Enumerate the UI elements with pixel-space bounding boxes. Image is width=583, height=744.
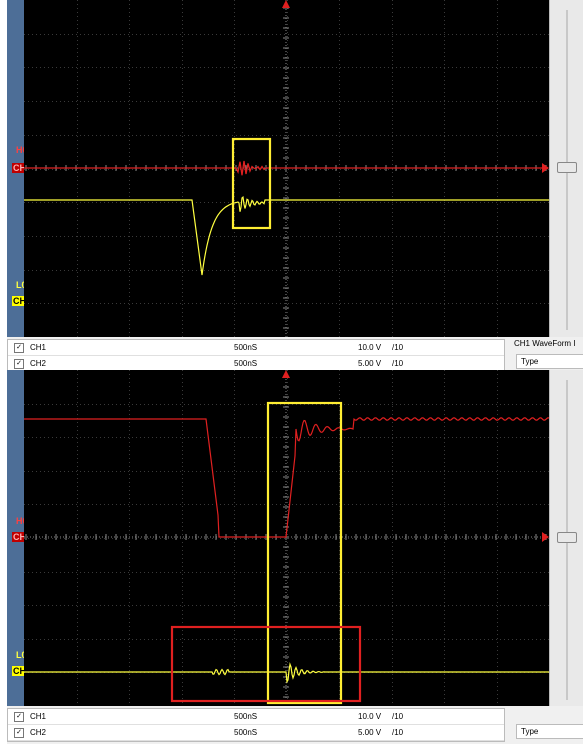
table-row: ✓ CH1 500nS 10.0 V /10: [8, 709, 504, 725]
ch1-trace: [24, 160, 548, 176]
volts-value: 5.00 V: [358, 728, 382, 737]
ch2-checkbox[interactable]: ✓: [14, 359, 24, 369]
type-column-header[interactable]: Type: [516, 724, 583, 739]
ch1-checkbox[interactable]: ✓: [14, 343, 24, 353]
highlight-box-red: [170, 625, 362, 703]
trigger-position-arrow: [282, 370, 290, 378]
probe-value: /10: [392, 712, 404, 721]
waveform-display[interactable]: [24, 0, 549, 337]
channel-marker-strip: H0 CH1 L0 CH2: [7, 370, 33, 706]
waveform-grid-bottom: [24, 370, 549, 706]
volts-value: 5.00 V: [358, 359, 382, 368]
probe-value: /10: [392, 728, 404, 737]
channel-table: ✓ CH1 500nS 10.0 V /10 ✓ CH2 500nS 5.00 …: [7, 708, 505, 742]
slider-thumb[interactable]: [557, 532, 577, 543]
type-column-header[interactable]: Type: [516, 354, 583, 369]
channel-marker-strip: H0 CH1 L0 CH2: [7, 0, 33, 337]
timebase-value: 500nS: [234, 359, 258, 368]
timebase-value: 500nS: [234, 728, 258, 737]
volts-value: 10.0 V: [358, 343, 382, 352]
table-row: ✓ CH2 500nS 5.00 V /10: [8, 725, 504, 741]
table-row: ✓ CH1 500nS 10.0 V /10: [8, 340, 504, 356]
channel-name: CH2: [30, 728, 47, 737]
ch1-checkbox[interactable]: ✓: [14, 712, 24, 722]
scroll-panel: [549, 370, 583, 706]
scroll-panel: [549, 0, 583, 337]
channel-table: ✓ CH1 500nS 10.0 V /10 ✓ CH2 500nS 5.00 …: [7, 339, 505, 373]
slider-thumb[interactable]: [557, 162, 577, 173]
probe-value: /10: [392, 359, 404, 368]
waveform-panel-title: CH1 WaveForm I: [510, 337, 581, 350]
ch2-trace: [24, 195, 549, 276]
probe-value: /10: [392, 343, 404, 352]
ch1-level-arrow: [542, 532, 549, 542]
timebase-value: 500nS: [234, 343, 258, 352]
highlight-box-yellow: [231, 137, 272, 230]
timebase-value: 500nS: [234, 712, 258, 721]
volts-value: 10.0 V: [358, 712, 382, 721]
channel-name: CH1: [30, 343, 47, 352]
waveform-display[interactable]: [24, 370, 549, 706]
scope-panel-bottom: H0 CH1 L0 CH2 ✓ CH1 500nS 10.0 V /10 ✓ C…: [0, 370, 583, 744]
scope-panel-top: H0 CH1 L0 CH2 ✓ CH1 500nS 10.0 V /10 ✓ C…: [0, 0, 583, 373]
highlight-box-yellow: [266, 401, 343, 705]
channel-name: CH2: [30, 359, 47, 368]
channel-name: CH1: [30, 712, 47, 721]
ch2-checkbox[interactable]: ✓: [14, 728, 24, 738]
waveform-grid-top: [24, 0, 549, 337]
trigger-position-arrow: [282, 0, 290, 8]
